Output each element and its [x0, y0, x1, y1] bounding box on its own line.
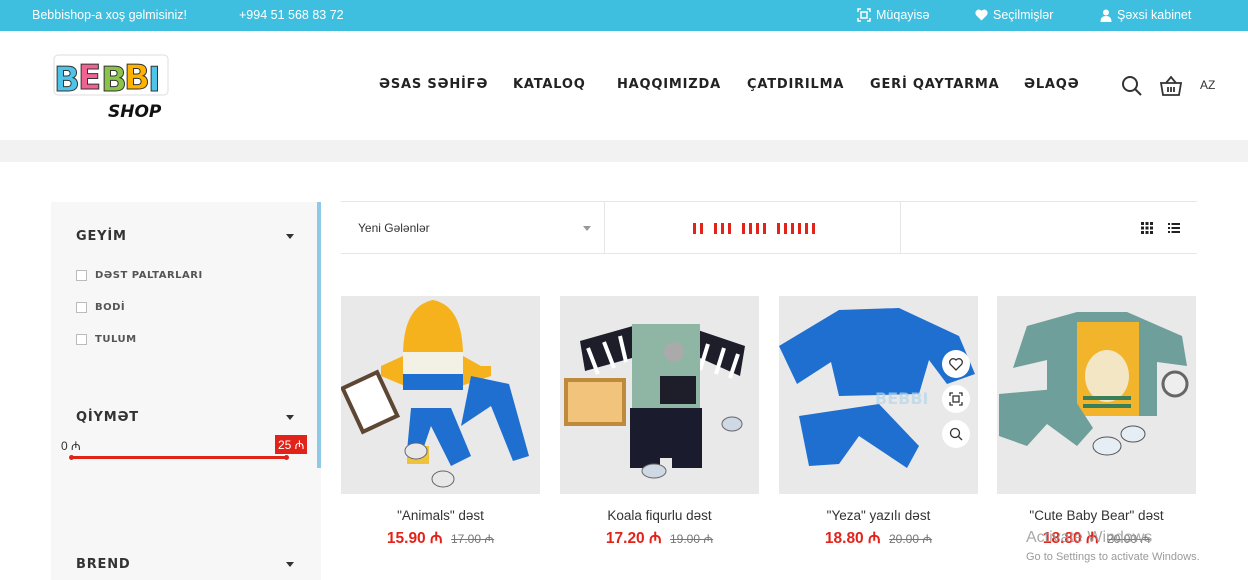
filter-checkbox-sets[interactable]: DƏST PALTARLARI [76, 270, 203, 281]
product-prices: 17.20 ₼ 19.00 ₼ [560, 526, 759, 548]
filter-checkbox-bodysuit[interactable]: BODİ [76, 302, 125, 313]
watermark-title: Activate Windows [1026, 529, 1153, 546]
search-icon[interactable] [1121, 75, 1143, 97]
compare-button[interactable] [942, 385, 970, 413]
top-bar: Bebbishop-a xoş gəlmisiniz! +994 51 568 … [0, 0, 1248, 31]
price-max-label: 25 ₼ [275, 435, 308, 454]
per-page-selector[interactable] [693, 222, 821, 236]
svg-text:B: B [54, 60, 80, 100]
checkbox-label: DƏST PALTARLARI [95, 270, 203, 281]
favorite-button[interactable] [942, 350, 970, 378]
product-card[interactable]: Koala fiqurlu dəst 17.20 ₼ 19.00 ₼ [560, 296, 759, 548]
product-prices: 15.90 ₼ 17.00 ₼ [341, 526, 540, 548]
chevron-down-icon[interactable] [583, 226, 591, 231]
welcome-text: Bebbishop-a xoş gəlmisiniz! [32, 8, 187, 22]
phone-number[interactable]: +994 51 568 83 72 [239, 8, 344, 22]
zoom-icon [949, 427, 963, 441]
user-icon [1100, 9, 1112, 22]
favorites-label: Seçilmişlər [993, 8, 1054, 22]
nav-returns[interactable]: GERİ QAYTARMA [870, 77, 1000, 92]
checkbox[interactable] [76, 334, 87, 345]
filter-sidebar: GEYİM DƏST PALTARLARI BODİ TULUM QİYMƏT … [51, 202, 321, 580]
nav-home[interactable]: ƏSAS SƏHİFƏ [379, 77, 488, 92]
product-toolbar: Yeni Gələnlər [341, 201, 1197, 254]
favorites-link[interactable]: Seçilmişlər [975, 8, 1053, 22]
product-price: 17.20 ₼ [605, 530, 662, 547]
nav-about[interactable]: HAQQIMIZDA [617, 77, 721, 92]
product-price: 18.80 ₼ [824, 530, 881, 547]
checkbox-label: BODİ [95, 302, 126, 313]
compare-link[interactable]: Müqayisə [857, 8, 930, 22]
product-old-price: 19.00 ₼ [670, 532, 714, 546]
account-label: Şəxsi kabinet [1117, 8, 1192, 22]
language-switcher[interactable]: AZ [1200, 78, 1215, 92]
product-price: 15.90 ₼ [386, 530, 443, 547]
price-range-track[interactable] [71, 456, 287, 459]
list-view-icon[interactable] [1168, 222, 1180, 234]
svg-text:B: B [124, 58, 150, 98]
logo[interactable]: B E B B I SHOP [52, 51, 172, 122]
product-old-price: 17.00 ₼ [451, 532, 495, 546]
product-image[interactable]: BEBBI [779, 296, 978, 494]
product-name[interactable]: "Animals" dəst [341, 508, 540, 523]
nav-catalog[interactable]: KATALOQ [513, 77, 586, 92]
filter-price-title[interactable]: QİYMƏT [76, 410, 139, 425]
filter-clothing-title[interactable]: GEYİM [76, 229, 127, 244]
svg-text:I: I [148, 60, 161, 100]
header-divider [0, 140, 1248, 162]
nav-delivery[interactable]: ÇATDIRILMA [747, 77, 844, 92]
product-card[interactable]: "Cute Baby Bear" dəst 18.80 ₼ 20.00 ₼ [997, 296, 1196, 548]
product-name[interactable]: "Cute Baby Bear" dəst [997, 508, 1196, 523]
sort-select[interactable]: Yeni Gələnlər [358, 221, 430, 235]
heart-icon [949, 357, 963, 371]
price-min-label: 0 ₼ [61, 439, 81, 453]
heart-icon [975, 9, 988, 21]
checkbox[interactable] [76, 302, 87, 313]
product-card[interactable]: BEBBI "Yeza" yazılı dəst 18.80 ₼ 20.00 ₼ [779, 296, 978, 548]
grid-view-icon[interactable] [1141, 222, 1153, 234]
account-link[interactable]: Şəxsi kabinet [1100, 8, 1191, 22]
windows-activation-watermark: Activate Windows Go to Settings to activ… [1026, 529, 1200, 563]
basket-icon[interactable] [1159, 75, 1183, 97]
price-min-handle[interactable] [69, 455, 74, 460]
compare-label: Müqayisə [876, 8, 930, 22]
svg-text:SHOP: SHOP [108, 102, 162, 121]
chevron-down-icon[interactable] [286, 234, 294, 239]
checkbox[interactable] [76, 270, 87, 281]
product-image[interactable] [341, 296, 540, 494]
chevron-down-icon[interactable] [286, 415, 294, 420]
nav-contact[interactable]: ƏLAQƏ [1024, 77, 1079, 92]
svg-text:E: E [78, 58, 101, 98]
sidebar-scrollbar[interactable] [317, 202, 321, 468]
chevron-down-icon[interactable] [286, 562, 294, 567]
watermark-subtitle: Go to Settings to activate Windows. [1026, 551, 1200, 563]
product-card[interactable]: "Animals" dəst 15.90 ₼ 17.00 ₼ [341, 296, 540, 548]
product-name[interactable]: Koala fiqurlu dəst [560, 508, 759, 523]
price-max-handle[interactable] [284, 455, 289, 460]
product-old-price: 20.00 ₼ [889, 532, 933, 546]
svg-text:BEBBI: BEBBI [875, 389, 928, 408]
quick-view-button[interactable] [942, 420, 970, 448]
product-image[interactable] [997, 296, 1196, 494]
compare-icon [949, 392, 963, 406]
compare-icon [857, 8, 871, 22]
filter-brand-title[interactable]: BREND [76, 557, 130, 572]
filter-checkbox-romper[interactable]: TULUM [76, 334, 137, 345]
product-image[interactable] [560, 296, 759, 494]
checkbox-label: TULUM [95, 334, 137, 345]
product-name[interactable]: "Yeza" yazılı dəst [779, 508, 978, 523]
product-prices: 18.80 ₼ 20.00 ₼ [779, 526, 978, 548]
main-header: B E B B I SHOP ƏSAS SƏHİFƏ KATALOQ HAQQI… [0, 31, 1248, 140]
